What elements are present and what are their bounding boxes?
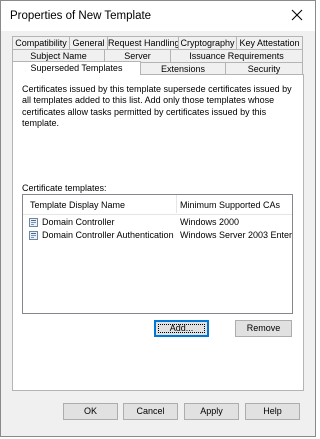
cancel-button[interactable]: Cancel [123,403,178,420]
title-bar: Properties of New Template [1,1,315,31]
tab-general[interactable]: General [69,36,108,49]
add-button[interactable]: Add... [154,320,209,337]
window-title: Properties of New Template [10,10,152,22]
template-icon [29,218,38,227]
ok-button[interactable]: OK [63,403,118,420]
apply-button-label: Apply [200,406,223,416]
column-divider[interactable] [176,195,177,213]
help-button[interactable]: Help [245,403,300,420]
minimum-ca: Windows Server 2003 Enter... [180,230,292,240]
template-name: Domain Controller [42,217,115,227]
list-item[interactable]: Domain Controller Authentication Windows… [23,229,292,242]
list-item[interactable]: Domain Controller Windows 2000 [23,216,292,229]
template-icon [29,231,38,240]
ok-button-label: OK [83,406,97,416]
remove-button[interactable]: Remove [235,320,292,337]
list-header: Template Display Name Minimum Supported … [23,195,292,215]
superseded-templates-page: Certificates issued by this template sup… [12,74,304,391]
add-button-label: Add... [169,323,194,333]
tab-superseded-templates[interactable]: Superseded Templates [12,61,141,75]
tab-request-handling[interactable]: Request Handling [107,36,179,49]
properties-dialog: Properties of New Template Compatibility… [0,0,316,437]
tab-compatibility[interactable]: Compatibility [12,36,70,49]
close-button[interactable] [289,7,305,23]
minimum-ca: Windows 2000 [180,217,240,227]
help-button-label: Help [263,406,282,416]
remove-button-label: Remove [246,323,281,333]
close-icon [291,9,303,21]
column-header-template-name[interactable]: Template Display Name [30,200,125,210]
apply-button[interactable]: Apply [184,403,239,420]
template-name: Domain Controller Authentication [42,230,174,240]
certificate-templates-list[interactable]: Template Display Name Minimum Supported … [22,194,293,314]
column-header-minimum-cas[interactable]: Minimum Supported CAs [180,200,280,210]
tab-cryptography[interactable]: Cryptography [178,36,237,49]
tab-issuance-requirements[interactable]: Issuance Requirements [170,49,303,62]
description-text: Certificates issued by this template sup… [22,84,292,128]
tab-key-attestation[interactable]: Key Attestation [236,36,303,49]
certificate-templates-label: Certificate templates: [22,183,107,193]
cancel-button-label: Cancel [136,406,165,416]
